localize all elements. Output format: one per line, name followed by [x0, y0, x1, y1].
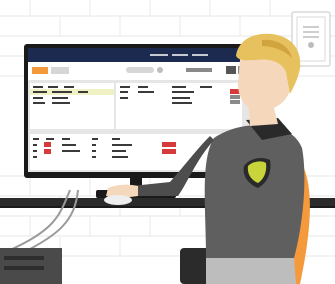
app-header-bar: [28, 48, 260, 62]
status-cell-red: [162, 149, 176, 154]
status-cell-red: [44, 149, 51, 154]
status-cell-red: [162, 142, 176, 147]
pants: [206, 258, 296, 284]
toolbar-button: [226, 66, 236, 74]
mouse-icon: [104, 195, 132, 205]
status-cell: [230, 95, 240, 99]
office-illustration: [0, 0, 335, 284]
panel-right: [116, 83, 242, 129]
shirt: [204, 124, 305, 259]
status-cell-red: [44, 142, 51, 147]
toolbar-tab: [51, 67, 69, 74]
search-field: [126, 67, 154, 73]
toolbar-label: [186, 68, 212, 72]
status-cell: [230, 100, 240, 104]
search-icon: [157, 67, 163, 73]
illustration-scene: [0, 0, 335, 284]
toolbar-tab-active: [32, 67, 48, 74]
computer-tower: [0, 248, 62, 284]
